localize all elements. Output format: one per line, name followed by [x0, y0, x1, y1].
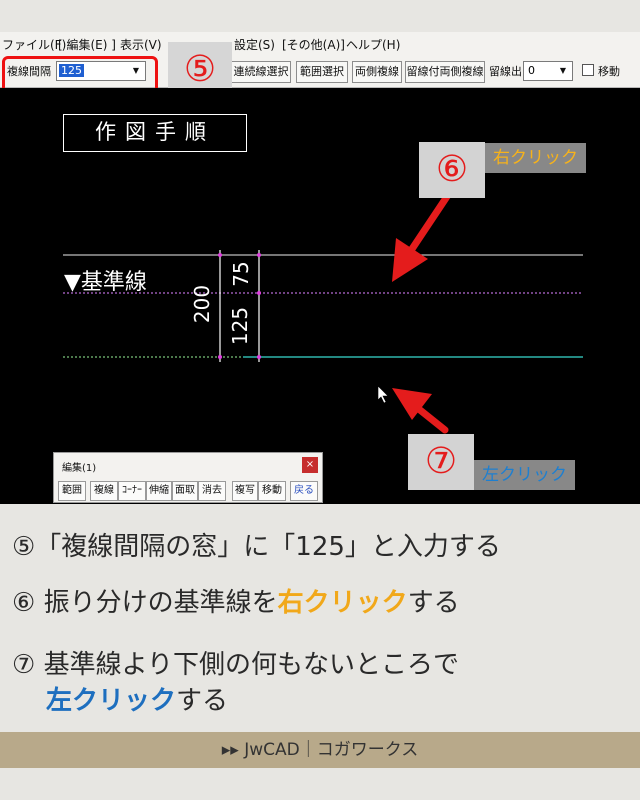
step7-highlight: 左クリック [46, 686, 177, 716]
baseline-label: ▼基準線 [64, 270, 147, 295]
instruction-step7-line2: 左クリックする [46, 686, 229, 716]
menu-view[interactable]: 表示(V) [120, 36, 162, 53]
arrow-to-baseline [392, 188, 454, 282]
palette-erase-button[interactable]: 消去 [198, 481, 226, 501]
left-click-tag: 左クリック [474, 460, 575, 490]
menu-help[interactable]: ヘルプ(H) [346, 36, 400, 53]
instructions-panel: ⑤「複線間隔の窓」に「125」と入力する ⑥ 振り分けの基準線を右クリックする … [0, 504, 640, 732]
palette-corner-button[interactable]: ｺｰﾅｰ [118, 481, 146, 501]
step6-highlight: 右クリック [277, 588, 408, 618]
both-sides-button[interactable]: 両側複線 [352, 61, 402, 83]
dim-point [257, 291, 261, 295]
palette-range-button[interactable]: 範囲 [58, 481, 86, 501]
dim-point [218, 253, 222, 257]
close-icon[interactable]: × [302, 457, 318, 473]
move-label: 移動 [598, 65, 620, 78]
dim-point [218, 355, 222, 359]
trim-out-label: 留線出 [489, 65, 522, 78]
menu-file[interactable]: ファイル(F) [2, 36, 66, 53]
menu-other[interactable]: [その他(A)] [282, 36, 345, 53]
chevron-down-icon[interactable]: ▼ [556, 64, 570, 78]
palette-chamfer-button[interactable]: 面取 [172, 481, 198, 501]
procedure-title: 作図手順 [63, 114, 247, 152]
menu-edit[interactable]: [ 編集(E) ] [58, 36, 116, 53]
drawing-canvas[interactable]: 作図手順 ▼基準線 200 75 125 ⑥ 右クリック ⑦ 左クリック [0, 88, 640, 504]
palette-offset-button[interactable]: 複線 [90, 481, 118, 501]
bottom-margin [0, 768, 640, 800]
trim-both-sides-button[interactable]: 留線付両側複線 [405, 61, 485, 83]
instruction-step7-line1: ⑦ 基準線より下側の何もないところで [12, 650, 460, 680]
palette-copy-button[interactable]: 複写 [232, 481, 258, 501]
arrow-to-empty-area [392, 388, 449, 434]
dim-point [257, 355, 261, 359]
dim-total-text: 200 [190, 284, 214, 324]
dim-point [257, 253, 261, 257]
menu-bar: ファイル(F) [ 編集(E) ] 表示(V) 設定(S) [その他(A)] ヘ… [0, 32, 640, 54]
range-select-button[interactable]: 範囲選択 [296, 61, 348, 83]
footer-banner: ▸▸ JwCAD｜コガワークス [0, 732, 640, 768]
palette-title: 編集(1) [62, 463, 97, 474]
instruction-step5: ⑤「複線間隔の窓」に「125」と入力する [12, 532, 501, 562]
step7-badge: ⑦ [408, 434, 474, 490]
palette-undo-button[interactable]: 戻る [290, 481, 318, 501]
step6-badge: ⑥ [419, 142, 485, 198]
instruction-step6: ⑥ 振り分けの基準線を右クリックする [12, 588, 460, 618]
palette-extend-button[interactable]: 伸縮 [146, 481, 172, 501]
cursor-icon [377, 385, 389, 404]
chain-select-button[interactable]: 連続線選択 [231, 61, 291, 83]
palette-move-button[interactable]: 移動 [258, 481, 286, 501]
dim-upper-text: 75 [229, 261, 253, 287]
top-margin [0, 0, 640, 32]
move-checkbox[interactable] [582, 64, 594, 76]
right-click-tag: 右クリック [485, 143, 586, 173]
edit-palette: 編集(1) × 範囲 複線 ｺｰﾅｰ 伸縮 面取 消去 複写 移動 戻る [53, 452, 323, 503]
trim-out-input[interactable]: 0 ▼ [523, 61, 573, 81]
menu-settings[interactable]: 設定(S) [234, 36, 275, 53]
trim-out-value: 0 [528, 64, 535, 77]
dim-lower-text: 125 [228, 306, 252, 346]
